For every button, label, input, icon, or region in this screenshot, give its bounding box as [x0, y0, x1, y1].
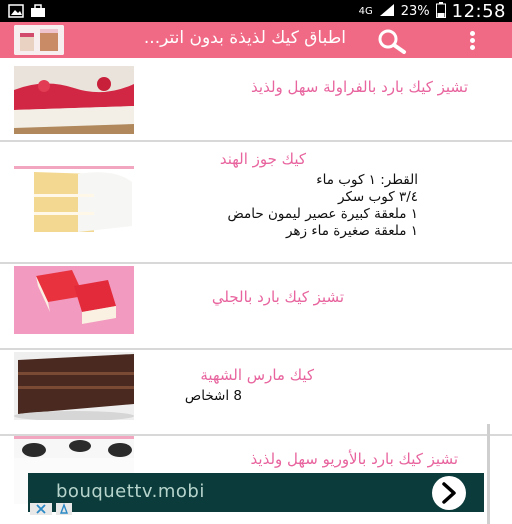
overflow-menu-icon[interactable] [466, 30, 478, 52]
recipe-image [14, 166, 134, 234]
description-line: القطر: ١ كوب ماء [316, 172, 418, 188]
recipe-title: كيك جوز الهند [219, 150, 306, 168]
battery-percent: 23% [400, 4, 430, 19]
list-item[interactable]: كيك جوز الهند القطر: ١ كوب ماء ٣/٤ كوب س… [0, 142, 512, 262]
description-line: ١ ملعقة صغيرة ماء زهر [285, 223, 418, 239]
description-line: 8 اشخاص [184, 388, 242, 404]
image-notification-icon [8, 3, 24, 18]
action-bar: اطباق كيك لذيذة بدون انتر... [0, 22, 512, 58]
app-icon[interactable] [14, 25, 64, 55]
recipe-title: تشيز كيك بارد بالفراولة سهل ولذيذ [251, 78, 468, 96]
briefcase-notification-icon [30, 3, 46, 17]
ad-text: bouquettv.mobi [56, 481, 205, 502]
recipe-list[interactable]: تشيز كيك بارد بالفراولة سهل ولذيذ كيك جو… [0, 58, 512, 524]
scrollbar[interactable] [487, 424, 490, 524]
clock: 12:58 [451, 1, 506, 22]
recipe-image [14, 352, 134, 420]
signal-icon [379, 3, 395, 21]
recipe-image [14, 66, 134, 134]
recipe-image [14, 266, 134, 334]
description-line: ١ ملعقة كبيرة عصير ليمون حامض [227, 206, 419, 222]
search-icon[interactable] [374, 28, 410, 54]
recipe-description: 8 اشخاص [185, 388, 242, 405]
status-bar: 4G 23% 12:58 [0, 0, 512, 22]
recipe-title: كيك مارس الشهية [200, 366, 314, 384]
ad-banner[interactable]: bouquettv.mobi [28, 473, 484, 512]
recipe-title: تشيز كيك بارد بالأوريو سهل ولذيذ [250, 450, 458, 468]
app-title: اطباق كيك لذيذة بدون انتر... [143, 28, 346, 48]
list-item[interactable]: تشيز كيك بارد بالفراولة سهل ولذيذ [0, 58, 512, 140]
description-line: ٣/٤ كوب سكر [338, 189, 418, 205]
ad-info-icon[interactable] [56, 500, 72, 515]
list-item[interactable]: تشيز كيك بارد بالجلي [0, 264, 512, 348]
recipe-description: القطر: ١ كوب ماء ٣/٤ كوب سكر ١ ملعقة كبي… [228, 172, 419, 240]
network-type: 4G [358, 6, 373, 17]
list-item[interactable]: كيك مارس الشهية 8 اشخاص [0, 350, 512, 434]
recipe-title: تشيز كيك بارد بالجلي [211, 288, 344, 306]
ad-open-button[interactable] [432, 476, 466, 510]
ad-close-icon[interactable] [30, 500, 52, 515]
battery-icon [435, 1, 446, 22]
